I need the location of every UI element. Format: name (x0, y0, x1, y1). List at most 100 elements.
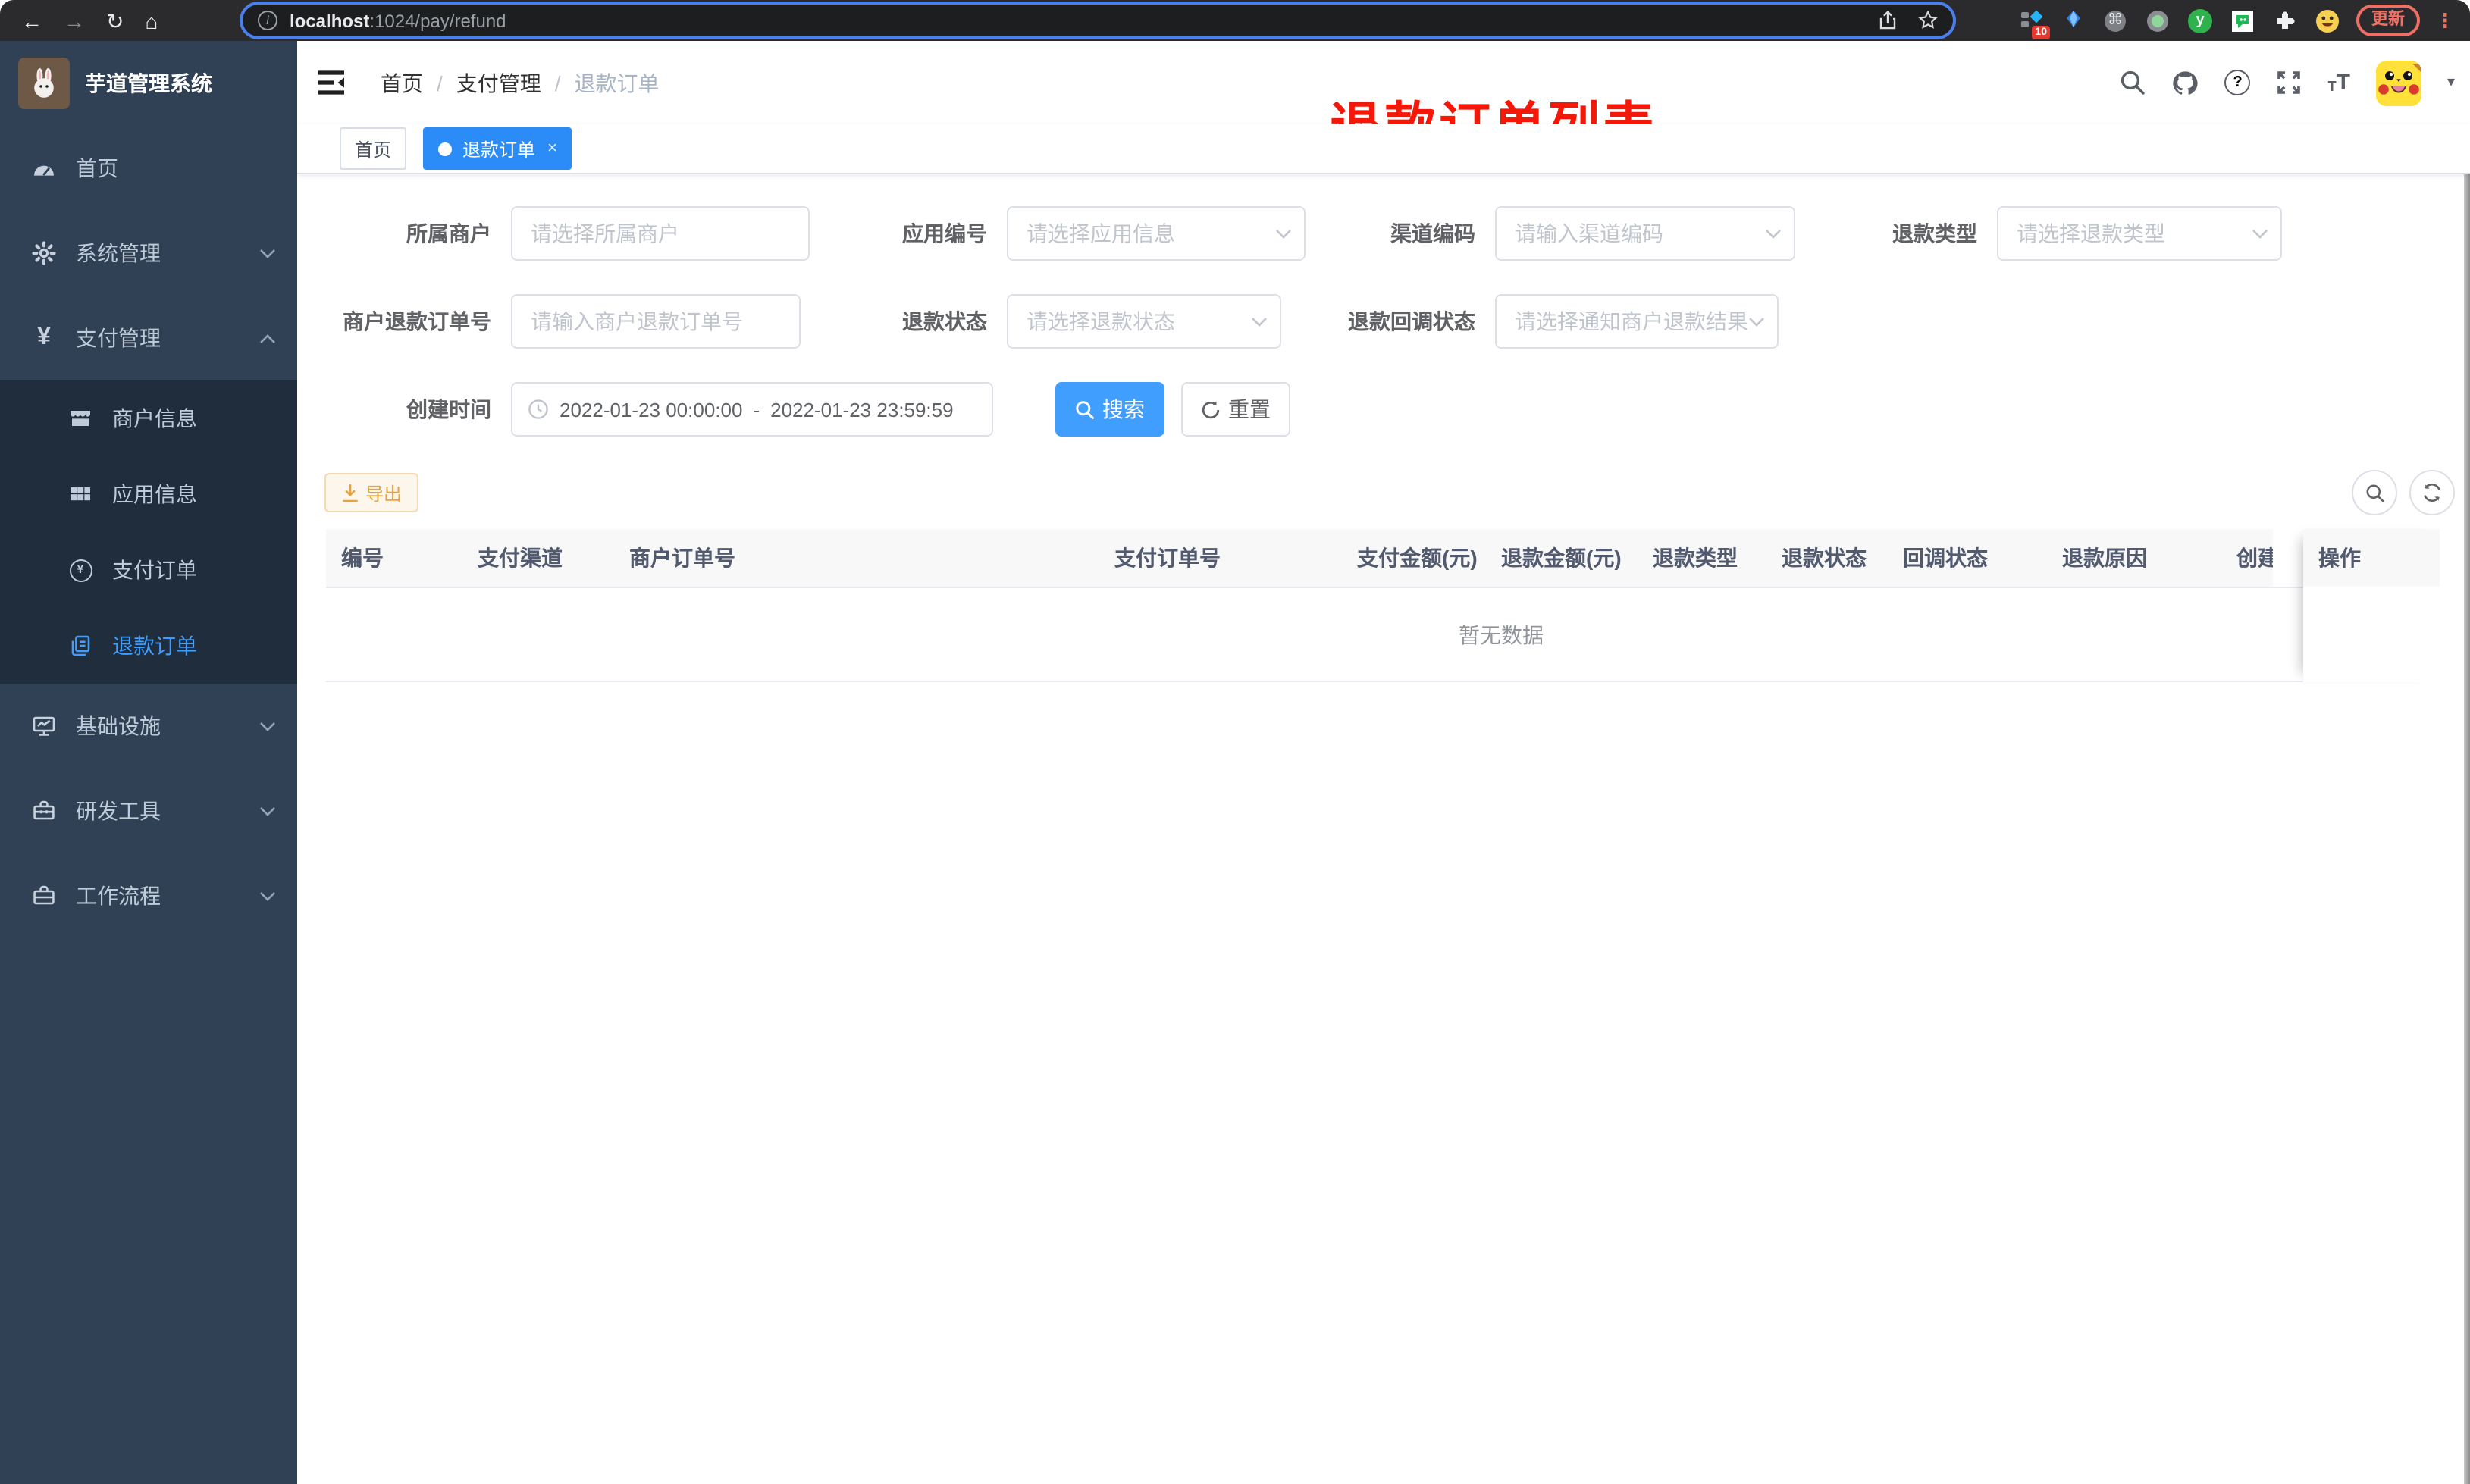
browser-menu-icon[interactable]: ⋮ (2435, 8, 2455, 33)
sidebar-item-home[interactable]: 首页 (0, 126, 297, 211)
breadcrumb-home[interactable]: 首页 (381, 67, 423, 98)
col-header[interactable]: 编号 (326, 529, 462, 587)
tag-home[interactable]: 首页 (340, 127, 407, 170)
forward-icon[interactable]: → (64, 10, 85, 31)
sidebar-item-refund-order[interactable]: 退款订单 (0, 608, 297, 684)
fullscreen-icon[interactable] (2277, 70, 2302, 95)
avatar[interactable] (2375, 60, 2421, 105)
extension-emoji-icon[interactable] (2314, 7, 2341, 34)
sidebar-item-label: 应用信息 (112, 482, 197, 506)
back-icon[interactable]: ← (21, 10, 42, 31)
sidebar-item-infrastructure[interactable]: 基础设施 (0, 684, 297, 769)
sidebar-item-label: 基础设施 (76, 714, 161, 738)
caret-down-icon[interactable]: ▾ (2447, 74, 2455, 91)
search-icon[interactable] (2121, 70, 2146, 95)
sidebar-item-app-info[interactable]: 应用信息 (0, 456, 297, 532)
select-placeholder: 请选择应用信息 (1027, 221, 1175, 246)
filter-label: 退款类型 (1892, 221, 1977, 246)
sidebar-item-workflow[interactable]: 工作流程 (0, 853, 297, 938)
extension-command-icon[interactable]: ⌘ (2102, 7, 2129, 34)
sidebar-item-payment[interactable]: ¥ 支付管理 (0, 296, 297, 380)
search-button[interactable]: 搜索 (1055, 382, 1164, 437)
chevron-down-icon (259, 806, 276, 816)
extension-chat-icon[interactable] (2229, 7, 2256, 34)
col-header-action[interactable]: 操作 (2303, 529, 2440, 587)
chevron-down-icon (2252, 228, 2268, 239)
home-icon[interactable]: ⌂ (145, 10, 158, 31)
extension-tabs-icon[interactable]: 10 (2017, 7, 2050, 39)
extension-y-icon[interactable]: y (2186, 7, 2214, 34)
select-placeholder: 请选择通知商户退款结果 (1515, 309, 1748, 333)
toggle-search-button[interactable] (2352, 470, 2397, 515)
date-range-picker[interactable]: 2022-01-23 00:00:00 - 2022-01-23 23:59:5… (511, 382, 993, 437)
filter-channel: 渠道编码 请输入渠道编码 (1290, 206, 1795, 261)
merchant-input[interactable] (511, 206, 810, 261)
filter-label: 商户退款订单号 (343, 309, 491, 333)
chevron-down-icon (1251, 316, 1268, 327)
extension-badge: 10 (2032, 25, 2050, 39)
top-navbar: 首页 / 支付管理 / 退款订单 退款订单列表 ? TT ▾ (297, 41, 2470, 156)
url-text: localhost:1024/pay/refund (290, 10, 1857, 31)
col-header[interactable]: 退款金额(元) (1486, 529, 1638, 587)
logo-rabbit-image (18, 58, 70, 109)
sidebar-item-system[interactable]: 系统管理 (0, 211, 297, 296)
refresh-button[interactable] (2409, 470, 2455, 515)
breadcrumb-separator: / (437, 70, 443, 95)
channel-select[interactable]: 请输入渠道编码 (1495, 206, 1795, 261)
col-header[interactable]: 支付金额(元) (1342, 529, 1486, 587)
browser-nav-buttons: ← → ↻ ⌂ (0, 10, 176, 31)
info-icon[interactable]: i (258, 11, 277, 30)
share-icon[interactable] (1879, 11, 1897, 30)
search-button-wrap: 搜索 (1055, 382, 1164, 437)
extensions-puzzle-icon[interactable] (2271, 7, 2299, 34)
select-placeholder: 请输入渠道编码 (1515, 221, 1663, 246)
filter-label: 退款回调状态 (1348, 309, 1475, 333)
sidebar-item-label: 支付管理 (76, 326, 161, 350)
col-header[interactable]: 回调状态 (1888, 529, 2047, 587)
col-header-clipped[interactable]: 创建时间 (2221, 529, 2273, 587)
yen-icon: ¥ (37, 324, 51, 350)
sidebar-item-label: 支付订单 (112, 558, 197, 582)
breadcrumb-current: 退款订单 (574, 70, 660, 95)
filter-app: 应用编号 请选择应用信息 (805, 206, 1306, 261)
sidebar-item-dev-tools[interactable]: 研发工具 (0, 769, 297, 853)
close-icon[interactable]: × (547, 139, 557, 158)
url-bar[interactable]: i localhost:1024/pay/refund (243, 5, 1953, 36)
sidebar-item-pay-order[interactable]: ¥ 支付订单 (0, 532, 297, 608)
extension-balloon-icon[interactable] (2059, 7, 2086, 34)
col-header[interactable]: 退款类型 (1638, 529, 1766, 587)
help-icon[interactable]: ? (2224, 70, 2251, 95)
tag-refund-order[interactable]: 退款订单 × (423, 127, 572, 170)
font-size-icon[interactable]: TT (2328, 71, 2350, 94)
reset-button[interactable]: 重置 (1181, 382, 1290, 437)
col-header[interactable]: 商户订单号 (614, 529, 1099, 587)
sidebar-item-label: 工作流程 (76, 884, 161, 908)
merchant-refund-no-input[interactable] (511, 294, 801, 349)
refund-type-select[interactable]: 请选择退款类型 (1997, 206, 2282, 261)
hamburger-icon[interactable] (318, 70, 347, 95)
github-icon[interactable] (2172, 69, 2199, 96)
col-header[interactable]: 支付订单号 (1099, 529, 1342, 587)
refund-status-select[interactable]: 请选择退款状态 (1007, 294, 1281, 349)
bookmark-star-icon[interactable] (1918, 11, 1938, 30)
sidebar-item-merchant-info[interactable]: 商户信息 (0, 380, 297, 456)
breadcrumb-separator: / (554, 70, 561, 95)
filter-merchant-refund-no: 商户退款订单号 (324, 294, 801, 349)
col-header[interactable]: 退款原因 (2047, 529, 2221, 587)
notify-status-select[interactable]: 请选择通知商户退款结果 (1495, 294, 1779, 349)
toolbox-icon (30, 799, 58, 823)
url-host: localhost (290, 10, 370, 31)
reset-button-wrap: 重置 (1181, 382, 1290, 437)
export-button[interactable]: 导出 (324, 473, 419, 512)
sidebar-logo-row[interactable]: 芋道管理系统 (0, 41, 297, 126)
col-header[interactable]: 退款状态 (1766, 529, 1888, 587)
breadcrumb-payment[interactable]: 支付管理 (456, 67, 541, 98)
browser-toolbar: ← → ↻ ⌂ i localhost:1024/pay/refund 10 ⌘… (0, 0, 2470, 41)
sidebar-item-label: 退款订单 (112, 634, 197, 658)
col-header[interactable]: 支付渠道 (462, 529, 614, 587)
extension-dot-icon[interactable] (2144, 7, 2171, 34)
sidebar: 芋道管理系统 首页 系统管理 ¥ 支付管理 商户信息 应用信息 ¥ 支付订单 退… (0, 41, 297, 1484)
browser-update-button[interactable]: 更新 (2356, 5, 2420, 36)
app-select[interactable]: 请选择应用信息 (1007, 206, 1306, 261)
reload-icon[interactable]: ↻ (106, 10, 124, 31)
